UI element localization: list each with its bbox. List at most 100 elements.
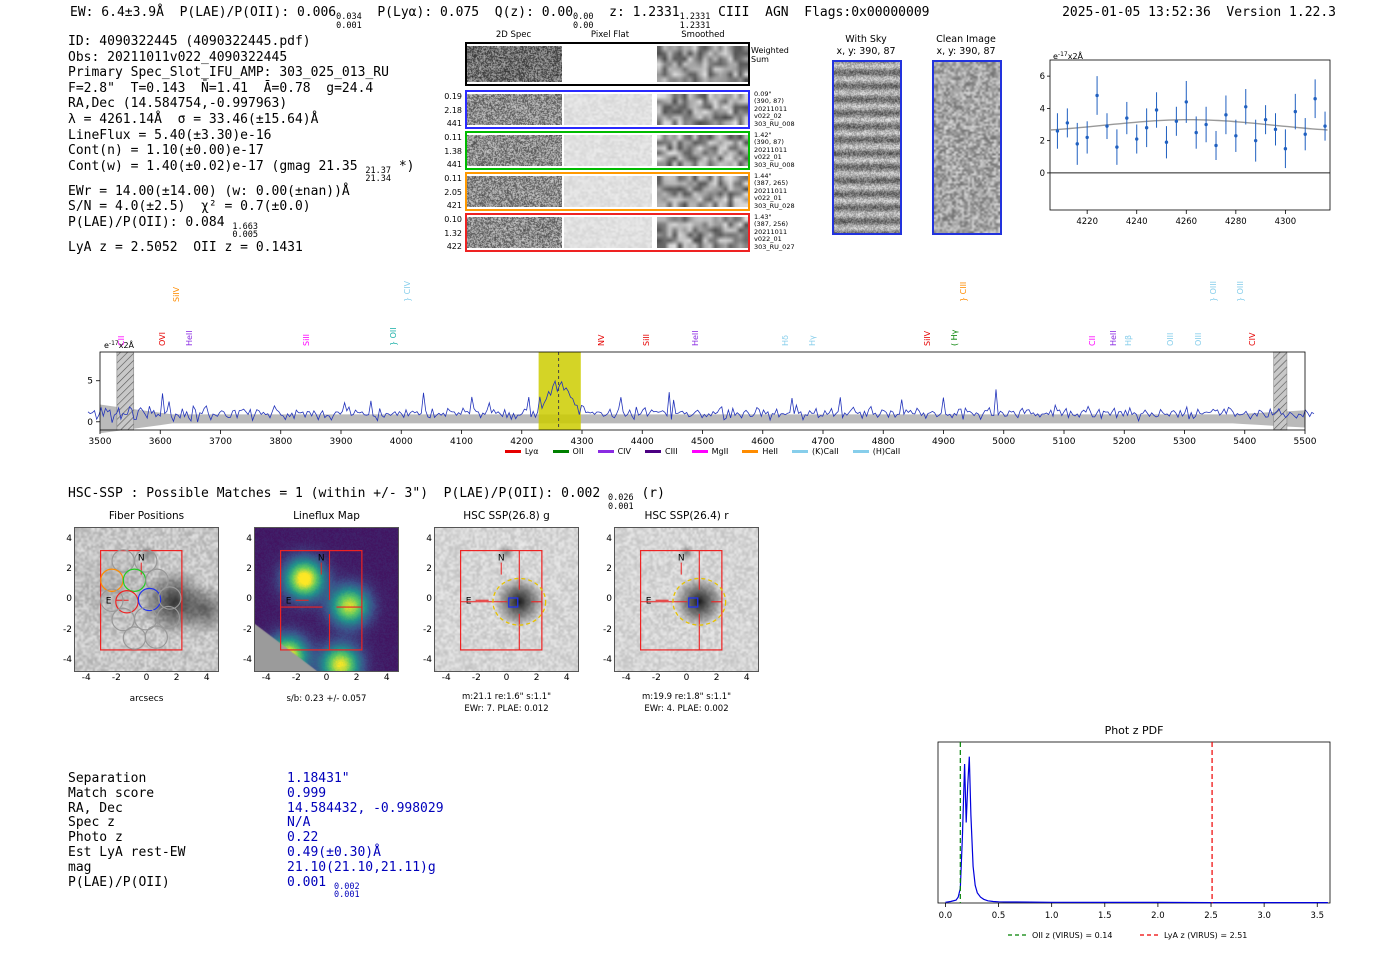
x-tick-label: 4	[563, 673, 570, 683]
data-point	[1273, 127, 1278, 132]
data-point	[1214, 143, 1218, 148]
pdf-axes-box	[937, 741, 1331, 904]
pdf-curve	[945, 756, 1328, 904]
x-tick-label: 4400	[631, 437, 654, 447]
stack-bottom: 1.2331	[679, 20, 711, 31]
panel-title: HSC SSP(26.8) g	[463, 510, 550, 522]
legend-item: OII	[552, 447, 584, 456]
data-point	[1055, 129, 1060, 133]
info-line: λ = 4261.14Å σ = 33.46(±15.64)Å	[68, 112, 415, 128]
catalog-match-table: Separation 1.18431" Match score 0.999 RA, De…	[68, 771, 444, 900]
y-tick-label: -4	[243, 654, 252, 665]
x-tick-label: 3700	[209, 437, 232, 447]
gaussian-fit-curve	[1049, 118, 1328, 131]
match-field-label: Match score	[68, 785, 155, 801]
spec2d-right-line: 303_RU_027	[754, 242, 795, 251]
hsc-r-overlay: NE	[639, 549, 727, 651]
panel-title: HSC SSP(26.4) r	[644, 510, 729, 522]
spec2d-row-right-label: 1.43" (387, 256) 20211011 v022_01 303_RU_027	[754, 213, 802, 251]
pdf-x-tick-label: 3.5	[1310, 911, 1324, 921]
fiber-circle	[156, 605, 181, 630]
timestamp-version: 2025-01-05 13:52:36 Version 1.22.3	[1062, 5, 1336, 20]
y-tick-label: -2	[423, 624, 432, 635]
spec2d-raw-image	[467, 217, 562, 248]
legend-swatch	[644, 450, 661, 453]
mag-caption: m:19.9 re:1.8" s:1.1"	[641, 692, 732, 702]
stacked-fraction: 1.663 0.005	[232, 223, 258, 240]
legend-label: Lyα	[524, 447, 539, 456]
legend-item: Lyα	[504, 447, 539, 456]
x-tick-label: -4	[621, 673, 631, 683]
east-label: E	[106, 596, 112, 606]
x-tick-label: 4300	[1275, 217, 1297, 227]
match-field-label: P(LAE)/P(OII)	[68, 874, 170, 890]
y-tick-label: 6	[1040, 72, 1045, 82]
match-field-value: 0.999	[287, 786, 326, 801]
y-tick-label: 2	[426, 564, 432, 575]
x-tick-label: 4200	[510, 437, 533, 447]
x-tick-label: 2	[173, 673, 180, 683]
info-line: Cont(n) = 1.10(±0.00)e-17	[68, 143, 415, 159]
match-field-value: 21.10(21.10,21.11)g	[287, 860, 436, 875]
x-tick-label: 4260	[1175, 217, 1197, 227]
mag-caption: m:21.1 re:1.6" s:1.1"	[461, 692, 552, 702]
match-table-row: P(LAE)/P(OII) 0.001 0.002 0.001	[68, 874, 444, 900]
match-field-label: Separation	[68, 771, 147, 786]
text-segment: Cont(n) = 1.10(±0.00)e-17	[68, 143, 264, 159]
spec2d-row-left-label: 1.32	[444, 228, 462, 238]
x-tick-label: 2	[353, 673, 360, 683]
clean-image-coords: x, y: 390, 87	[936, 46, 996, 57]
data-point	[1224, 113, 1228, 117]
legend-swatch	[552, 450, 569, 453]
text-segment: LineFlux = 5.40(±3.30)e-16	[68, 127, 272, 143]
weighted-sum-label: Weighted Sum	[751, 46, 789, 64]
legend-item: CIV	[597, 447, 631, 456]
spec2d-flat-image	[564, 217, 652, 248]
x-tick-label: 5400	[1233, 437, 1256, 447]
fiber-circle	[144, 625, 169, 649]
text-segment: RA,Dec (14.584754,-0.997963)	[68, 96, 288, 112]
data-point	[1253, 138, 1258, 143]
text-segment: λ = 4261.14Å σ = 33.46(±15.64)Å	[68, 111, 319, 127]
lineflux-map-overlay: NE	[279, 549, 363, 651]
spec2d-raw-image	[467, 46, 562, 82]
x-tick-label: 0	[683, 673, 690, 683]
y-tick-label: 4	[1040, 104, 1045, 114]
text-segment: Obs: 20211011v022_4090322445	[68, 49, 288, 65]
y-tick-label: 4	[426, 534, 432, 545]
x-tick-label: 4600	[751, 437, 774, 447]
legend-item: HeII	[742, 447, 778, 456]
data-point	[1184, 100, 1188, 104]
x-tick-label: 5100	[1053, 437, 1076, 447]
x-tick-label: 4	[203, 673, 210, 683]
flux-units-label: e-17x2Å	[1053, 50, 1084, 61]
data-point	[1135, 137, 1139, 141]
text-segment: EWr = 14.00(±14.00) (w: 0.00(±nan))Å	[68, 183, 350, 199]
spec2d-raw-image	[467, 94, 562, 125]
x-tick-label: 4240	[1126, 217, 1148, 227]
match-field-label: mag	[68, 859, 92, 875]
data-point	[1065, 121, 1070, 125]
legend-swatch	[742, 450, 759, 453]
spec2d-flat-image	[564, 135, 652, 166]
stacked-fraction: 1.2331 1.2331	[680, 13, 711, 30]
match-field-value: 0.001 0.002 0.001	[287, 875, 360, 899]
legend-swatch	[792, 450, 809, 453]
x-tick-label: -2	[111, 673, 121, 683]
data-point	[1075, 142, 1079, 146]
x-tick-label: 3900	[330, 437, 353, 447]
noise-band	[100, 404, 1305, 434]
x-tick-label: 4	[743, 673, 750, 683]
data-point	[1244, 105, 1248, 109]
panel-title: Fiber Positions	[108, 510, 185, 522]
spec2d-smooth-image	[657, 46, 748, 82]
spec2d-row	[465, 131, 750, 170]
detection-position-box	[508, 597, 519, 608]
text-segment: 21.10(21.10,21.11)g	[287, 859, 436, 875]
x-tick-label: 0	[323, 673, 330, 683]
info-line: P(LAE)/P(OII): 0.084 1.663 0.005	[68, 215, 415, 240]
spec2d-row-left-label: 2.18	[444, 105, 462, 115]
y-tick-label: -2	[243, 624, 252, 635]
clean-image-title: Clean Image	[936, 34, 996, 45]
match-table-row: Match score 0.999	[68, 785, 444, 802]
